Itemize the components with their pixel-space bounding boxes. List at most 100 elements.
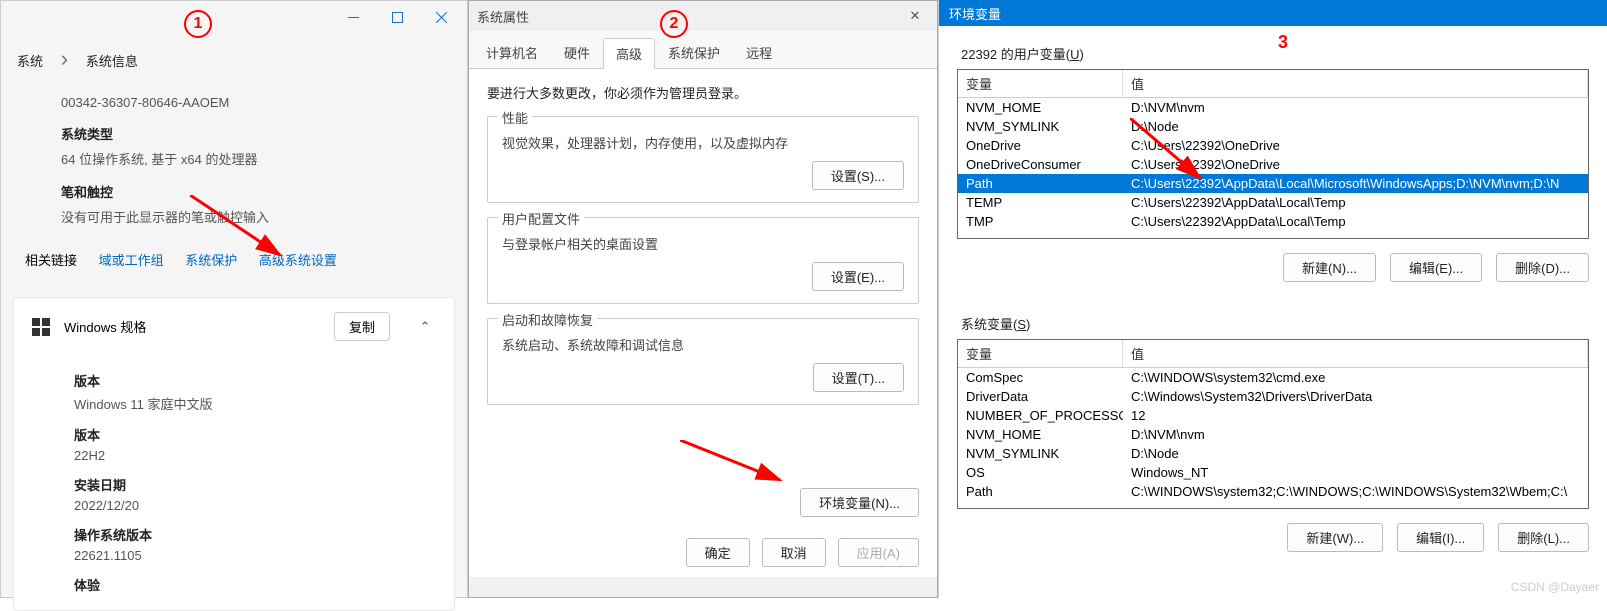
tab-advanced[interactable]: 高级	[603, 38, 655, 69]
annotation-number-3: 3	[1278, 32, 1288, 53]
windows-spec-card: Windows 规格 复制 ⌃ 版本 Windows 11 家庭中文版 版本 2…	[13, 297, 455, 611]
install-date-label: 安装日期	[74, 475, 430, 494]
cell-var: NVM_SYMLINK	[958, 117, 1123, 136]
system-vars-table[interactable]: 变量 值 ComSpecC:\WINDOWS\system32\cmd.exeD…	[957, 339, 1589, 509]
table-row[interactable]: NUMBER_OF_PROCESSORS12	[958, 406, 1588, 425]
cell-val: C:\Windows\System32\Drivers\DriverData	[1123, 387, 1588, 406]
user-vars-table[interactable]: 变量 值 NVM_HOMED:\NVM\nvmNVM_SYMLINKD:\Nod…	[957, 69, 1589, 239]
build-label: 版本	[74, 425, 430, 444]
table-row[interactable]: OneDriveConsumerC:\Users\22392\OneDrive	[958, 155, 1588, 174]
chevron-up-icon[interactable]: ⌃	[414, 319, 436, 335]
environment-variables-button[interactable]: 环境变量(N)...	[800, 488, 919, 517]
col-value[interactable]: 值	[1123, 340, 1588, 367]
env-titlebar: 环境变量	[939, 0, 1607, 26]
tab-hardware[interactable]: 硬件	[551, 37, 603, 68]
titlebar	[1, 1, 467, 33]
table-row[interactable]: TEMPC:\Users\22392\AppData\Local\Temp	[958, 193, 1588, 212]
build-value: 22H2	[74, 448, 430, 463]
system-type-label: 系统类型	[25, 124, 443, 143]
dialog-title: 系统属性	[477, 7, 529, 26]
product-id: 00342-36307-80646-AAOEM	[25, 95, 443, 110]
experience-label: 体验	[74, 575, 430, 594]
annotation-circle-1: 1	[184, 10, 212, 38]
table-row[interactable]: NVM_SYMLINKD:\Node	[958, 444, 1588, 463]
cell-var: TMP	[958, 212, 1123, 231]
breadcrumb-a[interactable]: 系统	[17, 54, 43, 69]
system-type-value: 64 位操作系统, 基于 x64 的处理器	[25, 149, 443, 168]
cell-var: DriverData	[958, 387, 1123, 406]
startup-group: 启动和故障恢复 系统启动、系统故障和调试信息 设置(T)...	[487, 318, 919, 405]
cell-val: C:\Users\22392\AppData\Local\Temp	[1123, 212, 1588, 231]
table-row[interactable]: OneDriveC:\Users\22392\OneDrive	[958, 136, 1588, 155]
user-delete-button[interactable]: 删除(D)...	[1496, 253, 1589, 282]
cell-val: Windows_NT	[1123, 463, 1588, 482]
cell-var: OS	[958, 463, 1123, 482]
col-variable[interactable]: 变量	[958, 340, 1123, 367]
user-profiles-desc: 与登录帐户相关的桌面设置	[502, 234, 904, 253]
arrow-annotation-3	[1130, 118, 1220, 198]
cell-val: C:\WINDOWS\system32;C:\WINDOWS;C:\WINDOW…	[1123, 482, 1588, 501]
tab-computer-name[interactable]: 计算机名	[473, 37, 551, 68]
tab-row: 计算机名 硬件 高级 系统保护 远程	[469, 31, 937, 69]
cell-val: D:\Node	[1123, 444, 1588, 463]
startup-settings-button[interactable]: 设置(T)...	[813, 363, 904, 392]
chevron-right-icon: ›	[61, 46, 68, 71]
cell-val: C:\WINDOWS\system32\cmd.exe	[1123, 368, 1588, 387]
copy-button[interactable]: 复制	[334, 312, 390, 341]
col-variable[interactable]: 变量	[958, 70, 1123, 97]
col-value[interactable]: 值	[1123, 70, 1588, 97]
apply-button[interactable]: 应用(A)	[838, 538, 919, 567]
link-domain[interactable]: 域或工作组	[99, 253, 164, 268]
cancel-button[interactable]: 取消	[762, 538, 826, 567]
watermark: CSDN @Dayaer	[1511, 580, 1599, 594]
cell-var: NVM_SYMLINK	[958, 444, 1123, 463]
breadcrumb-b: 系统信息	[86, 54, 138, 69]
cell-var: OneDriveConsumer	[958, 155, 1123, 174]
tab-system-protection[interactable]: 系统保护	[655, 37, 733, 68]
dialog-titlebar: 系统属性 ✕	[469, 1, 937, 31]
version-label: 版本	[74, 371, 430, 390]
arrow-annotation-1	[190, 195, 300, 275]
close-button[interactable]	[419, 3, 463, 31]
table-row[interactable]: ComSpecC:\WINDOWS\system32\cmd.exe	[958, 368, 1588, 387]
startup-desc: 系统启动、系统故障和调试信息	[502, 335, 904, 354]
cell-var: NVM_HOME	[958, 425, 1123, 444]
os-build-value: 22621.1105	[74, 548, 430, 563]
arrow-annotation-2	[680, 440, 800, 500]
cell-var: NUMBER_OF_PROCESSORS	[958, 406, 1123, 425]
cell-var: NVM_HOME	[958, 98, 1123, 117]
user-vars-label: 22392 的用户变量(U)	[939, 26, 1607, 69]
links-label: 相关链接	[25, 253, 77, 268]
os-build-label: 操作系统版本	[74, 525, 430, 544]
grid-icon	[32, 318, 50, 336]
user-edit-button[interactable]: 编辑(E)...	[1390, 253, 1482, 282]
user-new-button[interactable]: 新建(N)...	[1283, 253, 1376, 282]
system-edit-button[interactable]: 编辑(I)...	[1397, 523, 1484, 552]
system-settings-window: 系统 › 系统信息 00342-36307-80646-AAOEM 系统类型 6…	[0, 0, 468, 598]
close-icon[interactable]: ✕	[901, 8, 929, 24]
minimize-button[interactable]	[331, 3, 375, 31]
table-row[interactable]: NVM_HOMED:\NVM\nvm	[958, 425, 1588, 444]
maximize-button[interactable]	[375, 3, 419, 31]
user-profiles-settings-button[interactable]: 设置(E)...	[812, 262, 904, 291]
table-row[interactable]: DriverDataC:\Windows\System32\Drivers\Dr…	[958, 387, 1588, 406]
cell-val: D:\NVM\nvm	[1123, 425, 1588, 444]
ok-button[interactable]: 确定	[686, 538, 750, 567]
system-delete-button[interactable]: 删除(L)...	[1498, 523, 1589, 552]
table-row[interactable]: NVM_HOMED:\NVM\nvm	[958, 98, 1588, 117]
table-row[interactable]: PathC:\WINDOWS\system32;C:\WINDOWS;C:\WI…	[958, 482, 1588, 501]
performance-settings-button[interactable]: 设置(S)...	[812, 161, 904, 190]
table-row[interactable]: NVM_SYMLINKD:\Node	[958, 117, 1588, 136]
system-new-button[interactable]: 新建(W)...	[1287, 523, 1383, 552]
tab-remote[interactable]: 远程	[733, 37, 785, 68]
table-row[interactable]: TMPC:\Users\22392\AppData\Local\Temp	[958, 212, 1588, 231]
performance-legend: 性能	[498, 108, 532, 127]
install-date-value: 2022/12/20	[74, 498, 430, 513]
version-value: Windows 11 家庭中文版	[74, 394, 430, 413]
card-title: Windows 规格	[64, 317, 146, 336]
table-row[interactable]: OSWindows_NT	[958, 463, 1588, 482]
system-vars-label: 系统变量(S)	[939, 296, 1607, 339]
breadcrumb: 系统 › 系统信息	[1, 33, 467, 89]
table-row[interactable]: PathC:\Users\22392\AppData\Local\Microso…	[958, 174, 1588, 193]
annotation-circle-2: 2	[660, 10, 688, 38]
